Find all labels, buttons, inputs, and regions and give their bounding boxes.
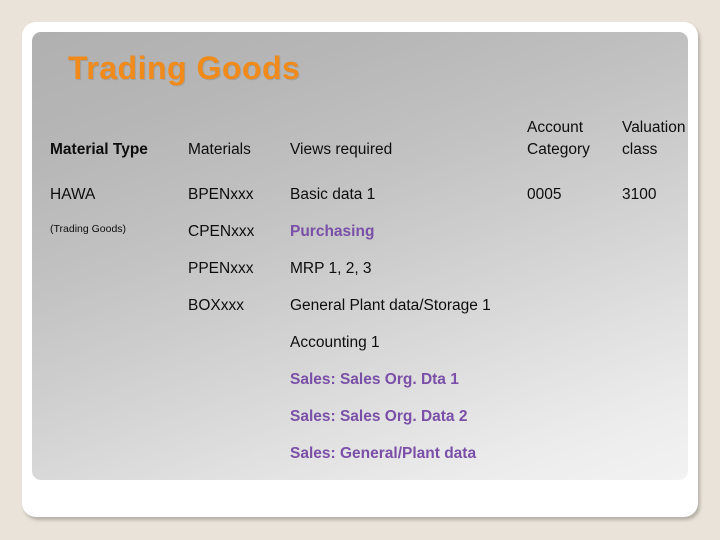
table-row: Accounting 1 [290, 334, 380, 351]
material-views-table: Material Type Materials Views required A… [32, 32, 688, 480]
slide-content-panel: Trading Goods Material Type Materials Vi… [32, 32, 688, 480]
column-header-material-type: Material Type [50, 141, 148, 158]
column-header-valuation-class-line1: Valuation [622, 119, 686, 136]
table-row: 3100 [622, 186, 657, 203]
table-row: CPENxxx [188, 223, 255, 240]
table-row: MRP 1, 2, 3 [290, 260, 372, 277]
table-row: Sales: General/Plant data [290, 445, 477, 462]
table-row: Sales: Sales Org. Data 2 [290, 408, 468, 425]
table-row: PPENxxx [188, 260, 254, 277]
material-type-description: (Trading Goods) [50, 223, 127, 235]
column-header-views-required: Views required [290, 141, 393, 158]
table-row: BOXxxx [188, 297, 244, 314]
slide-frame: Trading Goods Material Type Materials Vi… [22, 22, 698, 517]
column-header-valuation-class-line2: class [622, 141, 658, 158]
table-row: Sales: Sales Org. Dta 1 [290, 371, 459, 388]
table-row: Basic data 1 [290, 186, 376, 203]
material-type-code: HAWA [50, 186, 96, 203]
table-row: BPENxxx [188, 186, 254, 203]
table-row: 0005 [527, 186, 562, 203]
column-header-account-category-line1: Account [527, 119, 584, 136]
column-header-materials: Materials [188, 141, 251, 158]
table-row: Purchasing [290, 223, 375, 240]
table-row: General Plant data/Storage 1 [290, 297, 491, 314]
column-header-account-category-line2: Category [527, 141, 590, 158]
